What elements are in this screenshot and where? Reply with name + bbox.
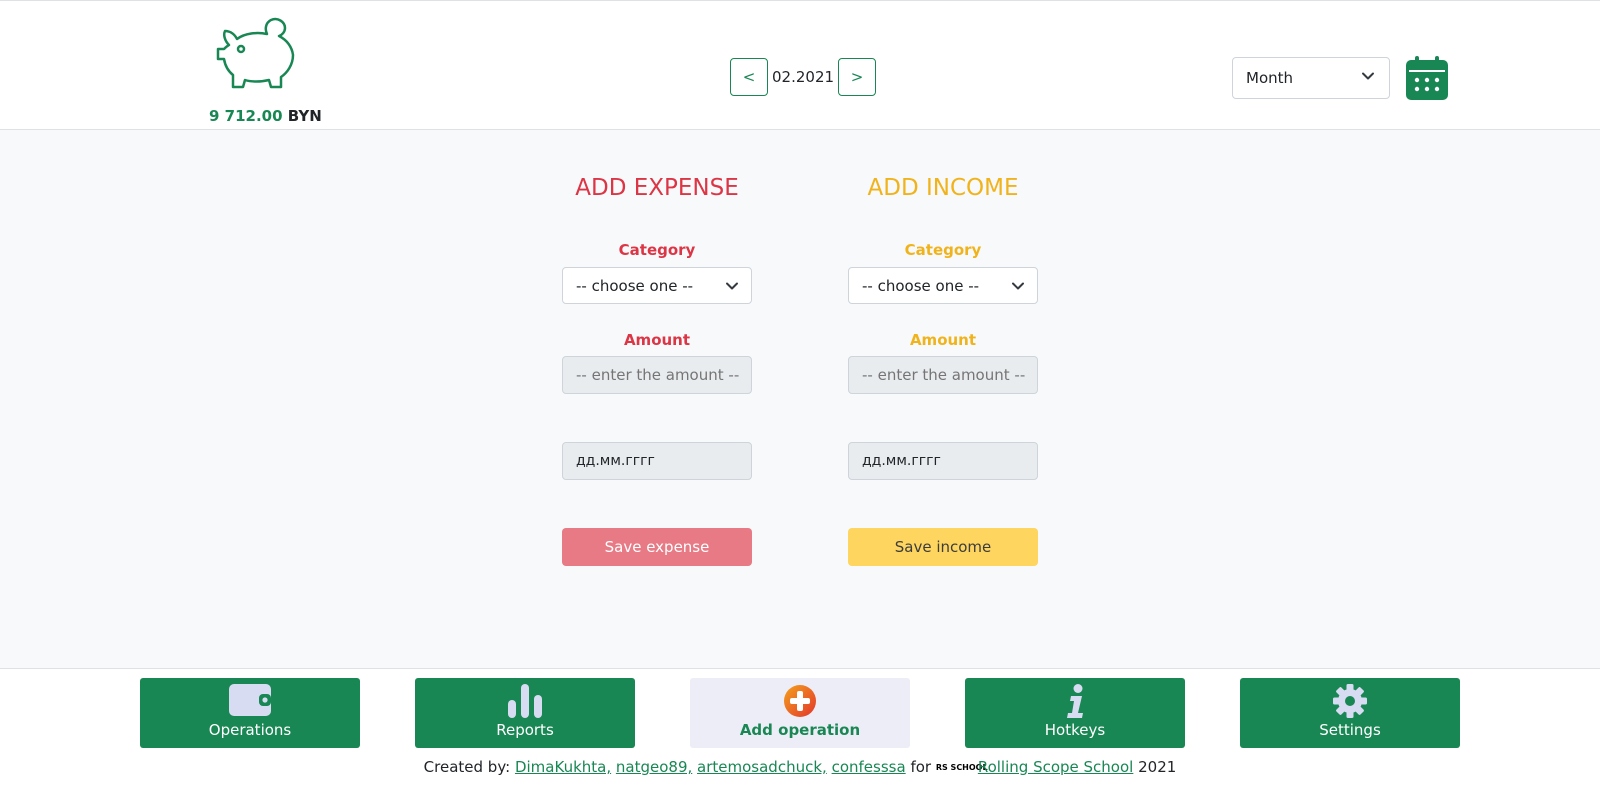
- save-expense-button[interactable]: Save expense: [562, 528, 752, 566]
- add-income-title: ADD INCOME: [867, 175, 1019, 201]
- bar-chart-icon: [508, 684, 542, 718]
- prev-period-button[interactable]: <: [730, 58, 768, 96]
- balance-currency: BYN: [287, 107, 322, 125]
- income-category-label: Category: [904, 241, 982, 259]
- nav-add-operation-label: Add operation: [739, 721, 861, 739]
- wallet-icon: [229, 684, 271, 716]
- footer-year: 2021: [1138, 758, 1177, 776]
- income-date-placeholder: дд.мм.гггг: [862, 453, 941, 469]
- expense-category-select[interactable]: -- choose one --: [562, 267, 752, 304]
- expense-amount-input[interactable]: [562, 356, 752, 394]
- app-header: 9 712.00 BYN < 02.2021 > Month: [0, 0, 1600, 130]
- footer: Created by: DimaKukhta, natgeo89, artemo…: [0, 758, 1600, 776]
- expense-category-value: -- choose one --: [576, 276, 694, 295]
- save-income-button[interactable]: Save income: [848, 528, 1038, 566]
- calendar-icon[interactable]: [1406, 56, 1448, 100]
- piggy-bank-icon: [216, 17, 295, 89]
- nav-reports-label: Reports: [496, 721, 554, 739]
- income-amount-input[interactable]: [848, 356, 1038, 394]
- rs-school-logo: RS SCHOOL: [935, 762, 988, 772]
- plus-circle-icon: [784, 685, 816, 717]
- period-select[interactable]: Month: [1232, 57, 1390, 99]
- nav-hotkeys[interactable]: Hotkeys: [965, 678, 1185, 748]
- current-period: 02.2021: [772, 68, 835, 86]
- info-icon: [1067, 684, 1083, 718]
- income-category-select[interactable]: -- choose one --: [848, 267, 1038, 304]
- nav-reports[interactable]: Reports: [415, 678, 635, 748]
- add-expense-form: ADD EXPENSE Category -- choose one -- Am…: [562, 175, 752, 566]
- period-navigator: < 02.2021 >: [730, 58, 877, 96]
- footer-for: for: [910, 758, 932, 776]
- chevron-down-icon: [1362, 72, 1374, 80]
- nav-add-operation[interactable]: Add operation: [690, 678, 910, 748]
- author-link-dimakukhta[interactable]: DimaKukhta,: [515, 758, 611, 776]
- nav-operations-label: Operations: [208, 721, 292, 739]
- nav-settings[interactable]: Settings: [1240, 678, 1460, 748]
- footer-created-by: Created by:: [423, 758, 511, 776]
- chevron-down-icon: [1012, 282, 1024, 290]
- income-category-value: -- choose one --: [862, 276, 980, 295]
- author-link-artemosadchuck[interactable]: artemosadchuck,: [697, 758, 827, 776]
- nav-hotkeys-label: Hotkeys: [1044, 721, 1106, 739]
- income-date-input[interactable]: дд.мм.гггг: [848, 442, 1038, 480]
- expense-amount-label: Amount: [623, 331, 691, 349]
- author-link-natgeo89[interactable]: natgeo89,: [616, 758, 692, 776]
- gear-icon: [1333, 684, 1367, 718]
- school-link[interactable]: Rolling Scope School: [978, 758, 1134, 776]
- add-expense-title: ADD EXPENSE: [575, 175, 739, 201]
- period-select-value: Month: [1246, 69, 1294, 87]
- balance-amount: 9 712.00: [209, 107, 283, 125]
- balance-display: 9 712.00 BYN: [209, 107, 322, 125]
- expense-category-label: Category: [618, 241, 696, 259]
- add-income-form: ADD INCOME Category -- choose one -- Amo…: [848, 175, 1038, 566]
- nav-operations[interactable]: Operations: [140, 678, 360, 748]
- expense-date-input[interactable]: дд.мм.гггг: [562, 442, 752, 480]
- author-link-confesssa[interactable]: confesssa: [832, 758, 906, 776]
- income-amount-label: Amount: [909, 331, 977, 349]
- expense-date-placeholder: дд.мм.гггг: [576, 453, 655, 469]
- chevron-down-icon: [726, 282, 738, 290]
- next-period-button[interactable]: >: [838, 58, 877, 96]
- nav-settings-label: Settings: [1319, 721, 1381, 739]
